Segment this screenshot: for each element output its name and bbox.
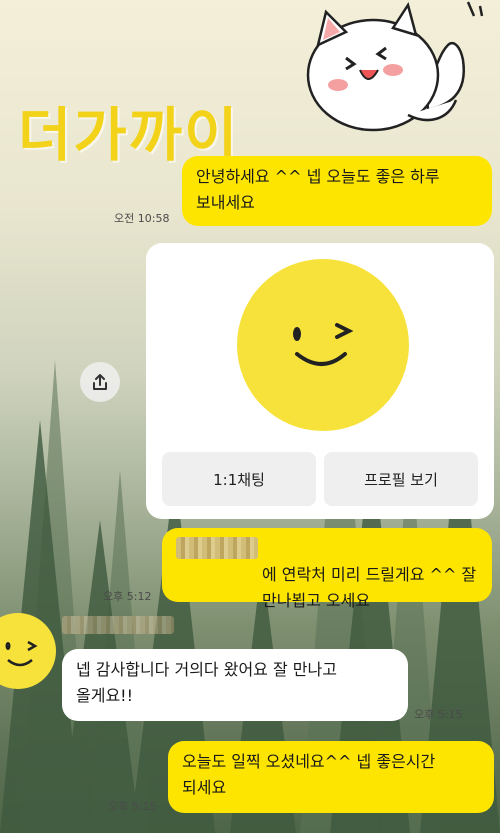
view-profile-button[interactable]: 프로필 보기 bbox=[324, 452, 478, 506]
friend-avatar[interactable] bbox=[0, 612, 58, 690]
friend-message-bubble[interactable]: 넵 감사합니다 거의다 왔어요 잘 만나고 올게요!! bbox=[62, 649, 408, 721]
message-time: 오후 5:12 bbox=[103, 590, 152, 603]
profile-card: 1:1채팅 프로필 보기 bbox=[146, 243, 494, 519]
share-icon bbox=[93, 374, 107, 390]
blurred-friend-name bbox=[62, 616, 174, 634]
my-message-bubble[interactable]: 안녕하세요 ^^ 넵 오늘도 좋은 하루 보내세요 bbox=[182, 156, 492, 226]
blurred-name bbox=[176, 537, 258, 559]
cat-sticker-image bbox=[306, 1, 484, 132]
message-time: 오후 5:15 bbox=[414, 708, 463, 721]
message-time: 오후 5:15 bbox=[108, 800, 157, 813]
one-to-one-chat-button[interactable]: 1:1채팅 bbox=[162, 452, 316, 506]
my-message-bubble[interactable]: 오늘도 일찍 오셨네요^^ 넵 좋은시간 되세요 bbox=[168, 741, 494, 813]
smiley-face-image bbox=[237, 259, 409, 431]
message-time: 오전 10:58 bbox=[114, 212, 170, 225]
share-button[interactable] bbox=[80, 362, 120, 402]
